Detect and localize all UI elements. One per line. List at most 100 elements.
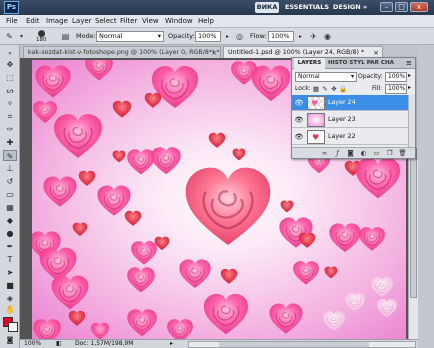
fill-label: Fill: bbox=[372, 85, 383, 92]
menu-view[interactable]: View bbox=[142, 15, 159, 28]
menu-help[interactable]: Help bbox=[198, 15, 214, 28]
lock-all-icon[interactable]: 🔒 bbox=[339, 85, 347, 94]
layers-scrollbar[interactable] bbox=[408, 95, 415, 147]
brush-tool-icon[interactable]: ✎ bbox=[3, 150, 17, 161]
background-color-swatch[interactable] bbox=[8, 322, 18, 332]
collapse-icon[interactable]: » bbox=[3, 48, 17, 59]
lock-position-icon[interactable]: ✥ bbox=[330, 85, 338, 94]
workspace-design-button[interactable]: DESIGN bbox=[333, 2, 361, 13]
fill-field[interactable]: 100% bbox=[385, 84, 407, 94]
horizontal-scroll-thumb[interactable] bbox=[219, 342, 369, 347]
healing-brush-tool-icon[interactable]: ✚ bbox=[3, 137, 17, 148]
brush-panel-icon[interactable]: ▤ bbox=[60, 31, 71, 42]
layers-panel: LAYERS HISTO STYL PAR CHA ≡ Normal ▾ Opac… bbox=[291, 57, 416, 159]
rose-heart-stamp bbox=[355, 157, 401, 199]
rose-heart-stamp bbox=[179, 259, 211, 288]
mask-icon[interactable]: ◙ bbox=[346, 149, 355, 158]
crop-tool-icon[interactable]: ⌗ bbox=[3, 111, 17, 122]
layer-row[interactable]: 👁 ♥ Layer 24 bbox=[292, 95, 408, 111]
blend-mode-select[interactable]: Normal ▾ bbox=[295, 72, 357, 82]
quick-select-tool-icon[interactable]: ✧ bbox=[3, 98, 17, 109]
airbrush-icon[interactable]: ✈ bbox=[308, 31, 319, 42]
clone-stamp-tool-icon[interactable]: ⊥ bbox=[3, 163, 17, 174]
panel-menu-icon[interactable]: ≡ bbox=[406, 58, 412, 69]
dodge-tool-icon[interactable]: ● bbox=[3, 228, 17, 239]
menu-edit[interactable]: Edit bbox=[26, 15, 40, 28]
pressure-opacity-icon[interactable]: ◎ bbox=[234, 31, 245, 42]
menu-select[interactable]: Select bbox=[95, 15, 117, 28]
pen-tool-icon[interactable]: ✒ bbox=[3, 241, 17, 252]
minimize-button[interactable]: – bbox=[380, 2, 393, 12]
visibility-eye-icon[interactable]: 👁 bbox=[294, 98, 304, 108]
chevron-down-icon: ▾ bbox=[157, 32, 161, 40]
folder-icon[interactable]: ▭ bbox=[372, 149, 381, 158]
trash-icon[interactable]: 🗑 bbox=[398, 149, 407, 158]
vertical-scroll-thumb[interactable] bbox=[410, 148, 417, 298]
blur-tool-icon[interactable]: ◆ bbox=[3, 215, 17, 226]
visibility-eye-icon[interactable]: 👁 bbox=[294, 115, 304, 125]
visibility-eye-icon[interactable]: 👁 bbox=[294, 132, 304, 142]
layer-name[interactable]: Layer 23 bbox=[328, 112, 356, 128]
layer-opacity-field[interactable]: 100% bbox=[385, 72, 407, 82]
flow-field[interactable]: 100% bbox=[268, 31, 294, 42]
rose-heart-stamp bbox=[112, 150, 126, 163]
eyedropper-tool-icon[interactable]: ✑ bbox=[3, 124, 17, 135]
maximize-button[interactable]: □ bbox=[395, 2, 408, 12]
chevron-down-icon[interactable]: ▾ bbox=[16, 31, 27, 42]
workspace-more-button[interactable]: » bbox=[361, 2, 369, 13]
lock-transparency-icon[interactable]: ▦ bbox=[312, 85, 320, 94]
chevron-right-icon[interactable]: ▸ bbox=[222, 31, 233, 42]
chevron-right-icon[interactable]: ▸ bbox=[408, 72, 411, 79]
history-brush-tool-icon[interactable]: ↺ bbox=[3, 176, 17, 187]
layer-row[interactable]: 👁 ♥ Layer 22 bbox=[292, 129, 408, 145]
path-selection-tool-icon[interactable]: ➤ bbox=[3, 267, 17, 278]
rose-heart-stamp bbox=[280, 200, 294, 213]
menu-layer[interactable]: Layer bbox=[72, 15, 92, 28]
tab-layers[interactable]: LAYERS bbox=[294, 58, 325, 69]
options-bar: ✎ ▾ ● 180 ▤ Mode: Normal ▾ Opacity: 100% … bbox=[0, 28, 434, 45]
rose-heart-stamp bbox=[220, 268, 238, 284]
menu-file[interactable]: File bbox=[6, 15, 18, 28]
menu-image[interactable]: Image bbox=[46, 15, 68, 28]
adjustment-icon[interactable]: ◐ bbox=[359, 149, 368, 158]
zoom-level[interactable]: 100% bbox=[24, 340, 41, 348]
layer-name[interactable]: Layer 22 bbox=[328, 129, 356, 145]
rose-heart-stamp bbox=[151, 147, 181, 175]
lasso-tool-icon[interactable]: ᔕ bbox=[3, 85, 17, 96]
type-tool-icon[interactable]: T bbox=[3, 254, 17, 265]
hand-tool-icon[interactable]: ✋ bbox=[3, 304, 17, 315]
3d-rotate-tool-icon[interactable]: ◈ bbox=[3, 293, 17, 304]
status-menu-icon[interactable]: ▸ bbox=[170, 340, 173, 348]
chevron-right-icon[interactable]: ▸ bbox=[408, 84, 411, 91]
gradient-tool-icon[interactable]: ▦ bbox=[3, 202, 17, 213]
fx-icon[interactable]: ƒ bbox=[333, 149, 342, 158]
workspace-essentials-button[interactable]: ESSENTIALS bbox=[283, 2, 331, 13]
brush-tool-icon[interactable]: ✎ bbox=[4, 31, 15, 42]
tab-document-1[interactable]: kak-sozdat-kist-v-fotoshope.png @ 100% (… bbox=[23, 46, 221, 58]
close-tab-icon[interactable]: × bbox=[211, 47, 217, 58]
tools-panel: » ✥ ⬚ ᔕ ✧ ⌗ ✑ ✚ ✎ ⊥ ↺ ▭ ▦ ◆ ● ✒ T ➤ ■ ◈ … bbox=[0, 45, 20, 348]
workspace-vika-button[interactable]: ВИКА bbox=[255, 2, 279, 13]
opacity-label: Opacity: bbox=[168, 32, 195, 40]
application-bar: Ps ВИКА ESSENTIALS DESIGN » – □ x bbox=[0, 0, 434, 15]
lock-pixels-icon[interactable]: ✎ bbox=[321, 85, 329, 94]
eraser-tool-icon[interactable]: ▭ bbox=[3, 189, 17, 200]
mode-select[interactable]: Normal ▾ bbox=[96, 31, 164, 42]
horizontal-scrollbar[interactable] bbox=[188, 341, 416, 348]
chevron-right-icon[interactable]: ▸ bbox=[295, 31, 306, 42]
marquee-tool-icon[interactable]: ⬚ bbox=[3, 72, 17, 83]
move-tool-icon[interactable]: ✥ bbox=[3, 59, 17, 70]
pressure-size-icon[interactable]: ◉ bbox=[322, 31, 333, 42]
close-button[interactable]: x bbox=[410, 2, 428, 12]
shape-tool-icon[interactable]: ■ bbox=[3, 280, 17, 291]
quick-mask-icon[interactable]: ◙ bbox=[3, 335, 17, 346]
new-layer-icon[interactable]: ❐ bbox=[385, 149, 394, 158]
tab-other-panels[interactable]: HISTO STYL PAR CHA bbox=[328, 58, 394, 69]
link-icon[interactable]: ∞ bbox=[320, 149, 329, 158]
opacity-field[interactable]: 100% bbox=[195, 31, 221, 42]
layer-name[interactable]: Layer 24 bbox=[328, 95, 356, 111]
rose-heart-stamp bbox=[376, 298, 398, 318]
layer-row[interactable]: 👁 Layer 23 bbox=[292, 112, 408, 128]
menu-filter[interactable]: Filter bbox=[120, 15, 137, 28]
menu-window[interactable]: Window bbox=[165, 15, 193, 28]
